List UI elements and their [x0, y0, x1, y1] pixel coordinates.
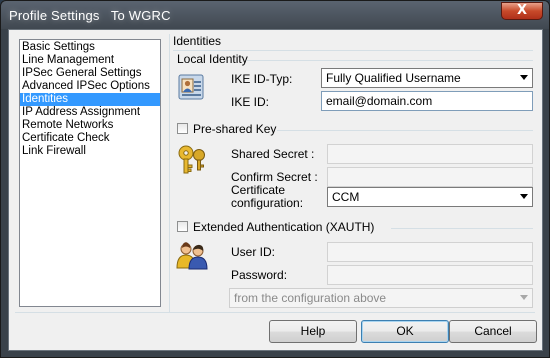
ike-id-type-select[interactable]: Fully Qualified Username [321, 68, 533, 88]
ike-id-type-value: Fully Qualified Username [326, 71, 461, 85]
close-button[interactable]: X [501, 2, 543, 20]
xauth-source-select[interactable]: from the configuration above [229, 288, 533, 308]
confirm-secret-input[interactable] [327, 167, 533, 187]
nav-item-line-management[interactable]: Line Management [20, 54, 160, 67]
preshared-key-label: Pre-shared Key [193, 122, 277, 136]
nav-item-ip-address-assignment[interactable]: IP Address Assignment [20, 106, 160, 119]
shared-secret-input[interactable] [327, 144, 533, 164]
nav-item-identities[interactable]: Identities [20, 93, 160, 106]
confirm-secret-label: Confirm Secret : [231, 170, 318, 184]
heading-divider [173, 50, 533, 51]
panel-left-border [169, 34, 170, 312]
ike-id-label: IKE ID: [231, 95, 270, 109]
ike-id-type-label: IKE ID-Typ: [231, 72, 292, 86]
cert-config-label: Certificate configuration: [231, 184, 303, 210]
shared-secret-label: Shared Secret : [231, 147, 315, 161]
id-card-icon [178, 74, 204, 100]
cancel-button[interactable]: Cancel [449, 320, 537, 343]
window-title: Profile Settings To WGRC [9, 8, 171, 23]
keys-icon [178, 145, 205, 174]
ike-id-input[interactable] [321, 91, 533, 111]
local-identity-divider [247, 60, 533, 61]
xauth-divider [391, 228, 533, 229]
chevron-down-icon [520, 194, 528, 199]
help-button[interactable]: Help [269, 320, 357, 343]
ike-id-type-label-text: IKE ID-Typ: [231, 72, 293, 86]
user-id-label: User ID: [231, 245, 276, 259]
chevron-down-icon [520, 75, 528, 80]
settings-nav-list: Basic Settings Line Management IPSec Gen… [19, 39, 161, 307]
users-icon [176, 242, 208, 270]
cert-config-label-line2: configuration: [231, 196, 304, 210]
nav-item-ipsec-general-settings[interactable]: IPSec General Settings [20, 67, 160, 80]
preshared-divider [277, 130, 533, 131]
ok-button[interactable]: OK [361, 320, 449, 343]
xauth-label: Extended Authentication (XAUTH) [193, 220, 375, 234]
cert-config-label-line1: Certificate [231, 183, 286, 197]
cert-config-value: CCM [332, 190, 360, 204]
close-icon: X [516, 3, 528, 18]
nav-item-advanced-ipsec-options[interactable]: Advanced IPSec Options [20, 80, 160, 93]
nav-item-remote-networks[interactable]: Remote Networks [20, 119, 160, 132]
nav-item-certificate-check[interactable]: Certificate Check [20, 132, 160, 145]
cert-config-select[interactable]: CCM [327, 187, 533, 207]
password-input[interactable] [327, 265, 533, 285]
xauth-checkbox[interactable] [177, 221, 188, 232]
password-label: Password: [231, 268, 288, 282]
chevron-down-icon [520, 295, 528, 300]
footer-divider [15, 312, 535, 313]
nav-item-basic-settings[interactable]: Basic Settings [20, 41, 160, 54]
title-bar[interactable]: Profile Settings To WGRC X [1, 1, 549, 29]
local-identity-group-label: Local Identity [177, 52, 248, 66]
user-id-input[interactable] [327, 242, 533, 262]
preshared-key-checkbox[interactable] [177, 123, 188, 134]
panel-heading: Identities [173, 34, 222, 48]
xauth-source-value: from the configuration above [234, 291, 387, 305]
dialog-client-area: Basic Settings Line Management IPSec Gen… [8, 29, 543, 351]
identities-panel: Identities Local Identity IKE ID-Typ: Fu [169, 34, 539, 312]
profile-settings-window: Profile Settings To WGRC X Basic Setting… [0, 0, 550, 358]
nav-item-link-firewall[interactable]: Link Firewall [20, 145, 160, 158]
